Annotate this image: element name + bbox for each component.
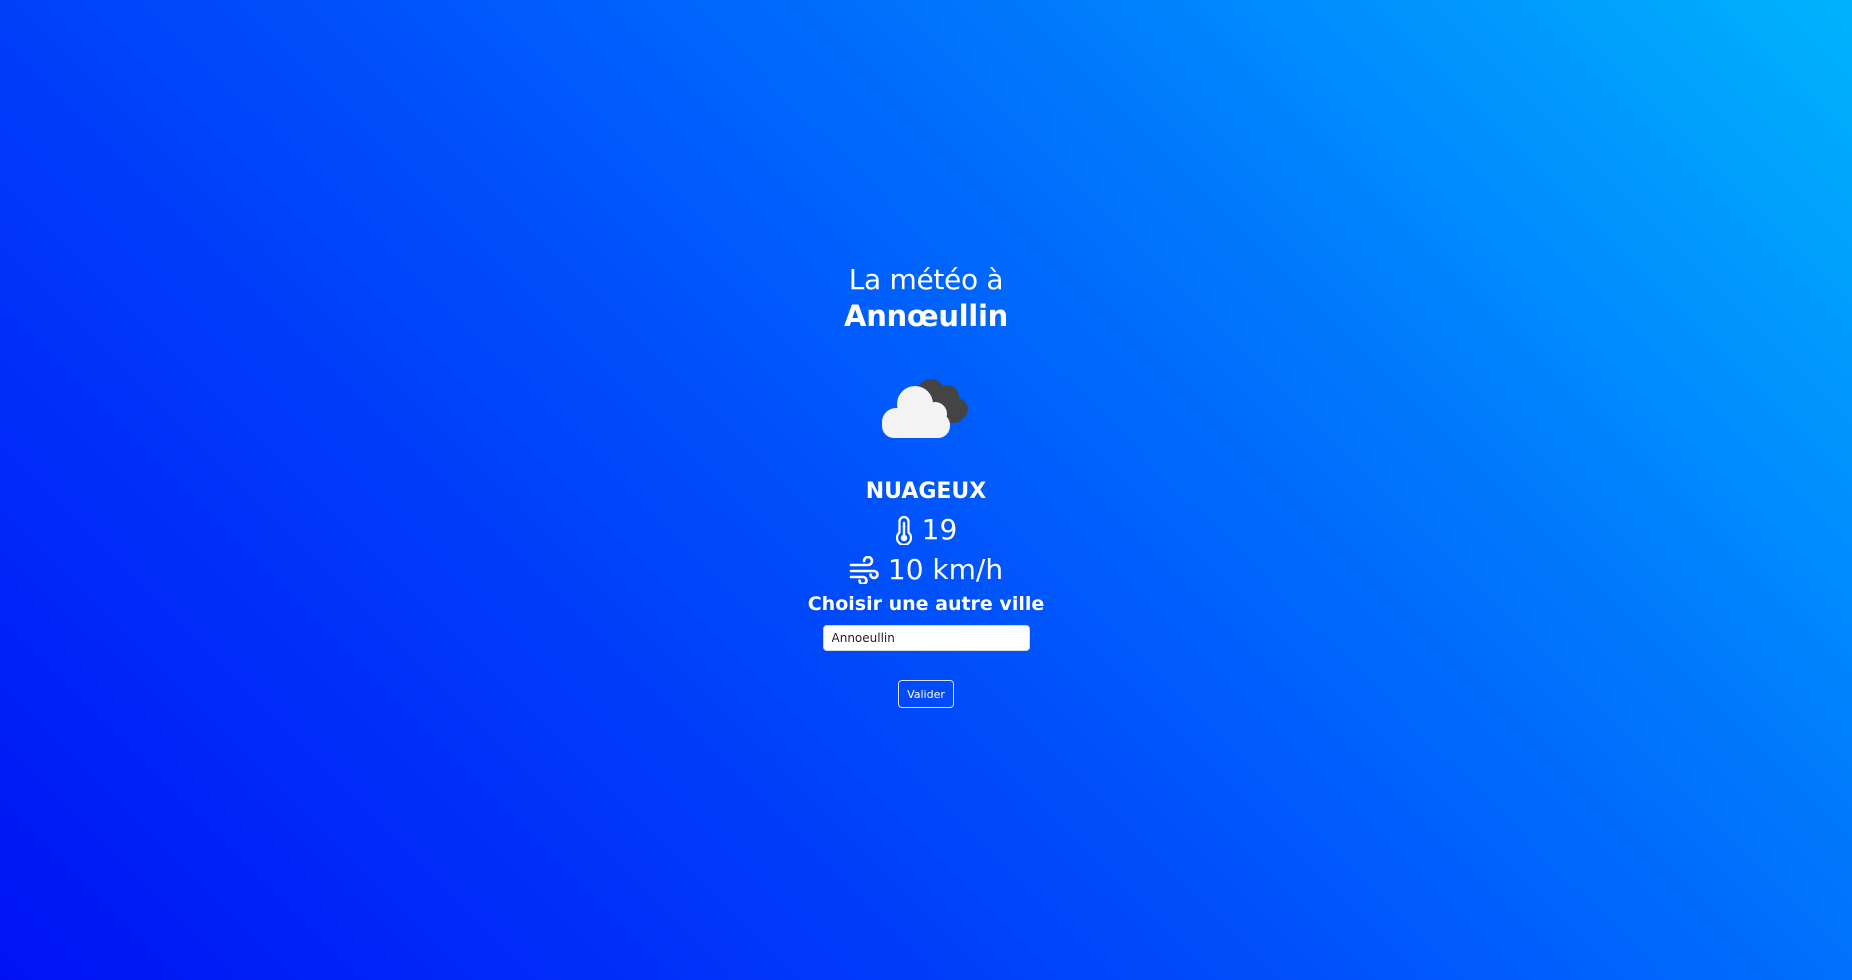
weather-widget: La météo à Annœullin NUAGEUX 19 10 km/h … [0,262,1852,708]
wind-row: 10 km/h [849,552,1003,588]
city-input[interactable] [822,625,1030,651]
weather-condition: NUAGEUX [865,479,987,504]
cloudy-icon [871,373,981,443]
city-name: Annœullin [844,299,1008,333]
intro-text: La météo à [848,263,1004,296]
temperature-value: 19 [921,513,958,546]
form-title: Choisir une autre ville [807,593,1045,615]
thermometer-icon [895,515,913,545]
submit-button[interactable]: Valider [898,680,954,708]
wind-icon [849,556,879,584]
temperature-row: 19 [895,512,958,548]
wind-value: 10 km/h [887,553,1004,586]
